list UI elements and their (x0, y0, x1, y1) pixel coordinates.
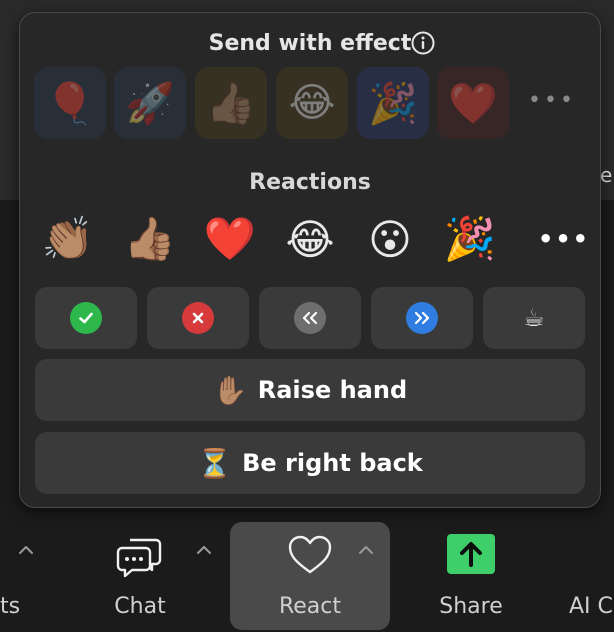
reaction-party[interactable]: 🎉 (440, 209, 500, 269)
react-chevron-up-icon[interactable] (356, 540, 376, 560)
effect-party-popper[interactable]: 🎉 (357, 67, 429, 139)
checkmark-icon (70, 302, 102, 334)
status-buttons-row: ☕ (35, 287, 587, 349)
yes-button[interactable] (35, 287, 137, 349)
send-with-effect-title: Send with effect (208, 31, 412, 56)
raise-hand-button[interactable]: ✋🏽 Raise hand (35, 359, 585, 421)
rewind-icon (294, 302, 326, 334)
reactions-popup: Send with effect 🎈 🚀 👍🏽 😂 🎉 ❤️ ••• React… (19, 12, 601, 508)
go-slower-button[interactable] (259, 287, 361, 349)
be-right-back-label: Be right back (242, 449, 423, 477)
effect-rocket[interactable]: 🚀 (114, 67, 186, 139)
info-icon[interactable] (411, 31, 435, 55)
toolbar-item-participants[interactable]: ts (0, 520, 40, 632)
be-right-back-button[interactable]: ⏳ Be right back (35, 432, 585, 494)
fast-forward-icon (406, 302, 438, 334)
reaction-thumbs-up[interactable]: 👍🏽 (120, 209, 180, 269)
chat-chevron-up-icon[interactable] (194, 540, 214, 560)
reaction-laughing[interactable]: 😂 (280, 209, 340, 269)
reactions-title: Reactions (249, 170, 371, 195)
raise-hand-label: Raise hand (257, 376, 408, 404)
toolbar-item-share[interactable]: Share (421, 520, 521, 632)
reaction-surprised[interactable]: 😮 (360, 209, 420, 269)
effect-heart[interactable]: ❤️ (437, 67, 509, 139)
toolbar-item-ai-companion[interactable]: AI C (565, 520, 614, 632)
effects-row: 🎈 🚀 👍🏽 😂 🎉 ❤️ ••• (34, 67, 594, 139)
coffee-break-button[interactable]: ☕ (483, 287, 585, 349)
no-button[interactable] (147, 287, 249, 349)
more-effects-button[interactable]: ••• (528, 89, 576, 113)
participants-chevron-up-icon[interactable] (16, 540, 36, 560)
reactions-row: 👏🏽 👍🏽 ❤️ 😂 😮 🎉 ••• (34, 209, 594, 269)
toolbar-item-chat[interactable]: Chat (90, 520, 190, 632)
effect-laughing[interactable]: 😂 (276, 67, 348, 139)
background-text: e (600, 163, 613, 187)
effect-thumbs-up[interactable]: 👍🏽 (195, 67, 267, 139)
share-screen-icon (447, 534, 495, 574)
hourglass-icon: ⏳ (197, 446, 233, 480)
raised-hand-icon: ✋🏽 (212, 373, 248, 407)
toolbar-item-react[interactable]: React (230, 520, 390, 632)
go-faster-button[interactable] (371, 287, 473, 349)
x-icon (182, 302, 214, 334)
coffee-icon: ☕ (523, 304, 545, 332)
reaction-heart[interactable]: ❤️ (200, 209, 260, 269)
effect-balloon[interactable]: 🎈 (34, 67, 106, 139)
chat-icon (116, 538, 162, 578)
reaction-clap[interactable]: 👏🏽 (38, 209, 98, 269)
more-reactions-button[interactable]: ••• (536, 222, 592, 256)
heart-icon (288, 535, 332, 574)
